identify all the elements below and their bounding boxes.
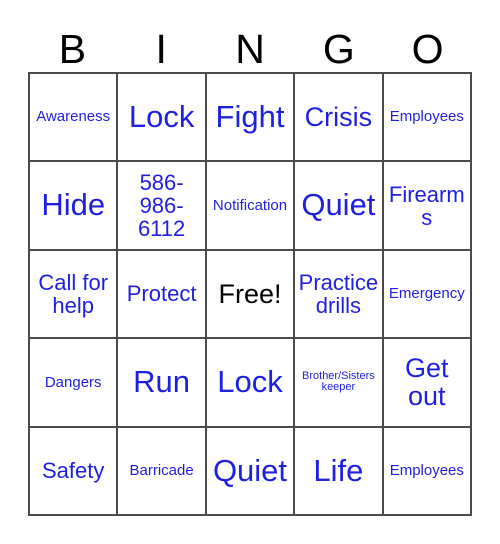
bingo-cell[interactable]: Hide: [30, 162, 119, 251]
bingo-cell[interactable]: Quiet: [206, 427, 296, 516]
bingo-cell-label: 586-986-6112: [137, 169, 186, 242]
bingo-header-letter-1: I: [155, 26, 167, 72]
bingo-cell-label: Barricade: [129, 461, 194, 479]
bingo-cell[interactable]: Employees: [383, 427, 472, 516]
bingo-cell-label: Safety: [42, 458, 105, 484]
bingo-cell[interactable]: Quiet: [295, 162, 384, 251]
bingo-header-letter-2: N: [235, 26, 265, 72]
bingo-cell[interactable]: Employees: [383, 74, 472, 163]
bingo-cell-label: Awareness: [36, 108, 111, 126]
bingo-grid: Awareness Lock Fight Crisis Employees Hide 586…: [28, 72, 472, 516]
bingo-header-row: BINGO: [28, 18, 472, 72]
bingo-cell-label: Firearms: [388, 181, 465, 230]
bingo-cell-label: Get out: [405, 353, 449, 412]
bingo-cell-label: Hide: [41, 187, 106, 223]
bingo-header-letter-3: G: [322, 26, 355, 72]
bingo-cell-label: Life: [313, 452, 364, 488]
bingo-cell[interactable]: Awareness: [30, 74, 119, 163]
bingo-cell[interactable]: Emergency: [383, 250, 472, 340]
bingo-cell[interactable]: Firearms: [383, 162, 472, 251]
bingo-cell-label: Practice drills: [298, 269, 379, 318]
bingo-cell-label: Run: [133, 364, 191, 400]
bingo-cell[interactable]: Brother/Sisters keeper: [295, 339, 384, 428]
bingo-cell-label: Call for help: [38, 269, 109, 318]
bingo-cell[interactable]: Protect: [118, 250, 207, 340]
bingo-cell[interactable]: Lock: [118, 74, 207, 163]
bingo-cell[interactable]: Crisis: [295, 74, 384, 163]
bingo-cell-label: Quiet: [212, 452, 288, 488]
bingo-cell[interactable]: Free!: [206, 250, 296, 340]
bingo-cell-label: Fight: [215, 98, 285, 134]
bingo-cell-label: Quiet: [301, 187, 376, 223]
bingo-cell[interactable]: Life: [295, 427, 384, 516]
bingo-cell[interactable]: Barricade: [118, 427, 207, 516]
bingo-cell[interactable]: Dangers: [30, 339, 119, 428]
bingo-cell[interactable]: Get out: [383, 339, 472, 428]
bingo-cell-label: Employees: [389, 108, 464, 126]
bingo-cell-label: Free!: [218, 278, 282, 309]
bingo-cell-label: Dangers: [44, 373, 102, 391]
bingo-cell[interactable]: 586-986-6112: [118, 162, 207, 251]
bingo-cell[interactable]: Call for help: [30, 250, 119, 340]
bingo-cell-label: Brother/Sisters keeper: [302, 369, 375, 394]
bingo-cell-label: Lock: [217, 364, 283, 400]
bingo-cell-label: Crisis: [304, 102, 373, 133]
bingo-cell[interactable]: Practice drills: [295, 250, 384, 340]
bingo-cell-label: Employees: [389, 461, 464, 479]
bingo-cell-label: Protect: [126, 281, 197, 307]
bingo-cell-label: Lock: [128, 98, 195, 134]
bingo-cell[interactable]: Fight: [206, 74, 296, 163]
bingo-header-letter-4: O: [411, 26, 444, 72]
bingo-header-letter-0: B: [58, 26, 87, 72]
bingo-cell[interactable]: Run: [118, 339, 207, 428]
bingo-cell[interactable]: Notification: [206, 162, 296, 251]
bingo-cell[interactable]: Lock: [206, 339, 296, 428]
bingo-cell-label: Emergency: [388, 285, 465, 303]
bingo-cell-label: Notification: [212, 196, 288, 214]
bingo-card: B I N G O Awareness Lock Fight Crisis Employees H…: [0, 0, 500, 544]
bingo-cell[interactable]: Safety: [30, 427, 119, 516]
